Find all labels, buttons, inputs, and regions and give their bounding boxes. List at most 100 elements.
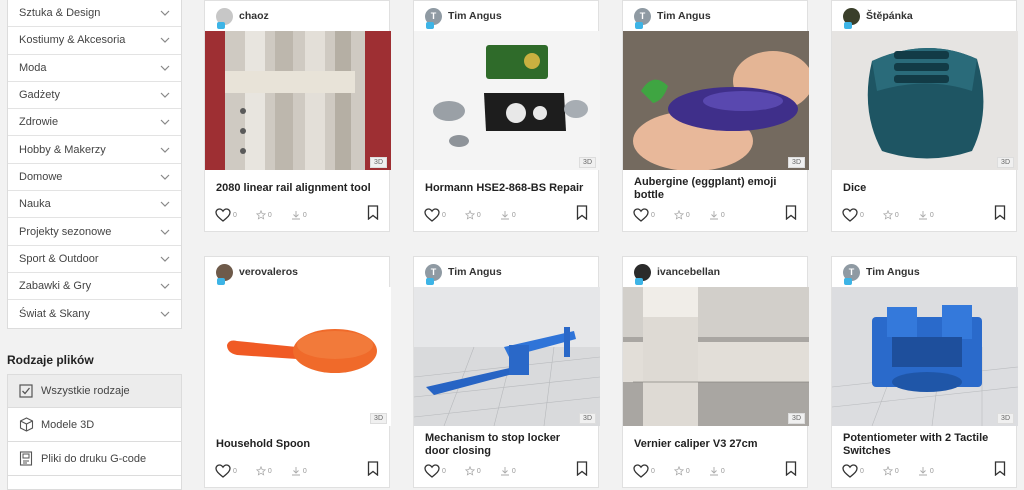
- like-button[interactable]: 0: [424, 464, 446, 478]
- model-title[interactable]: Mechanism to stop locker door closing: [414, 426, 598, 459]
- category-label: Kostiumy & Akcesoria: [19, 34, 126, 47]
- model-card[interactable]: T Tim Angus 3D Aubergine (eggplant) emoj…: [622, 0, 809, 232]
- author-name[interactable]: Tim Angus: [866, 266, 920, 278]
- avatar[interactable]: T: [425, 263, 442, 285]
- bookmark-icon[interactable]: [367, 461, 379, 481]
- like-button[interactable]: 0: [842, 208, 864, 222]
- category-item[interactable]: Sport & Outdoor: [8, 246, 181, 273]
- download-button[interactable]: 0: [709, 210, 725, 220]
- model-thumbnail[interactable]: 3D: [832, 31, 1018, 170]
- category-item[interactable]: Zabawki & Gry: [8, 273, 181, 301]
- download-button[interactable]: 0: [918, 466, 934, 476]
- model-thumbnail[interactable]: 3D: [205, 287, 391, 426]
- avatar[interactable]: T: [634, 7, 651, 29]
- bookmark-icon[interactable]: [994, 205, 1006, 225]
- model-thumbnail[interactable]: 3D: [832, 287, 1018, 426]
- download-button[interactable]: 0: [918, 210, 934, 220]
- collect-button[interactable]: 0: [255, 210, 272, 220]
- model-card[interactable]: T Tim Angus 3D Potentiometer with 2 Tact…: [831, 256, 1018, 488]
- author-name[interactable]: ivancebellan: [657, 266, 720, 278]
- category-label: Gadżety: [19, 89, 60, 102]
- model-thumbnail[interactable]: 3D: [623, 31, 809, 170]
- model-title[interactable]: Dice: [832, 170, 1016, 203]
- bookmark-icon[interactable]: [785, 205, 797, 225]
- model-title[interactable]: Potentiometer with 2 Tactile Switches: [832, 426, 1016, 459]
- like-button[interactable]: 0: [633, 208, 655, 222]
- author-name[interactable]: verovaleros: [239, 266, 298, 278]
- model-thumbnail[interactable]: 3D: [414, 31, 600, 170]
- category-label: Świat & Skany: [19, 307, 90, 320]
- collect-button[interactable]: 0: [673, 466, 690, 476]
- category-item[interactable]: Świat & Skany: [8, 300, 181, 327]
- model-card[interactable]: Štěpánka 3D Dice 0 0 0: [831, 0, 1018, 232]
- chevron-down-icon: [159, 116, 171, 128]
- author-name[interactable]: Tim Angus: [657, 10, 711, 22]
- like-button[interactable]: 0: [424, 208, 446, 222]
- category-item[interactable]: Zdrowie: [8, 109, 181, 137]
- author-name[interactable]: Tim Angus: [448, 10, 502, 22]
- file-type-all[interactable]: Wszystkie rodzaje: [7, 374, 182, 408]
- author-name[interactable]: chaoz: [239, 10, 269, 22]
- model-thumbnail[interactable]: 3D: [623, 287, 809, 426]
- author-name[interactable]: Štěpánka: [866, 10, 913, 22]
- model-card[interactable]: verovaleros 3D Household Spoon 0 0 0: [204, 256, 391, 488]
- bookmark-icon[interactable]: [576, 461, 588, 481]
- avatar[interactable]: T: [425, 7, 442, 29]
- bookmark-icon[interactable]: [785, 461, 797, 481]
- file-type-more[interactable]: [7, 476, 182, 490]
- file-type-gcode[interactable]: Pliki do druku G-code: [7, 442, 182, 476]
- download-button[interactable]: 0: [709, 466, 725, 476]
- download-button[interactable]: 0: [291, 210, 307, 220]
- author-name[interactable]: Tim Angus: [448, 266, 502, 278]
- bookmark-icon[interactable]: [367, 205, 379, 225]
- avatar[interactable]: [216, 263, 233, 285]
- model-title[interactable]: Household Spoon: [205, 426, 389, 459]
- model-card[interactable]: T Tim Angus 3D Hormann HSE2-868-BS Repai…: [413, 0, 600, 232]
- model-thumbnail[interactable]: 3D: [414, 287, 600, 426]
- category-item[interactable]: Nauka: [8, 191, 181, 219]
- collect-button[interactable]: 0: [255, 466, 272, 476]
- model-title[interactable]: 2080 linear rail alignment tool: [205, 170, 389, 203]
- category-item[interactable]: Moda: [8, 55, 181, 82]
- category-item[interactable]: Hobby & Makerzy: [8, 136, 181, 164]
- file-types-title: Rodzaje plików: [7, 353, 94, 367]
- category-item[interactable]: Domowe: [8, 164, 181, 192]
- category-item[interactable]: Projekty sezonowe: [8, 218, 181, 246]
- download-button[interactable]: 0: [291, 466, 307, 476]
- collect-button[interactable]: 0: [882, 466, 899, 476]
- like-button[interactable]: 0: [215, 464, 237, 478]
- file-type-3d-models[interactable]: Modele 3D: [7, 408, 182, 442]
- model-title[interactable]: Aubergine (eggplant) emoji bottle: [623, 170, 807, 203]
- download-button[interactable]: 0: [500, 466, 516, 476]
- collect-button[interactable]: 0: [464, 210, 481, 220]
- card-actions: 0 0 0: [215, 461, 379, 481]
- card-actions: 0 0 0: [215, 205, 379, 225]
- collect-button[interactable]: 0: [673, 210, 690, 220]
- category-item[interactable]: Kostiumy & Akcesoria: [8, 27, 181, 55]
- avatar[interactable]: T: [843, 263, 860, 285]
- model-card[interactable]: chaoz 3D 2080 linear rail alignment tool…: [204, 0, 391, 232]
- avatar[interactable]: [634, 263, 651, 285]
- chevron-down-icon: [159, 7, 171, 19]
- like-button[interactable]: 0: [215, 208, 237, 222]
- avatar-initial: T: [430, 11, 437, 21]
- model-card[interactable]: ivancebellan 3D Vernier caliper V3 27cm …: [622, 256, 809, 488]
- model-card[interactable]: T Tim Angus 3D Mechanism to stop locker …: [413, 256, 600, 488]
- bookmark-icon[interactable]: [994, 461, 1006, 481]
- model-thumbnail[interactable]: 3D: [205, 31, 391, 170]
- model-title[interactable]: Vernier caliper V3 27cm: [623, 426, 807, 459]
- star-count: 0: [685, 211, 690, 219]
- download-button[interactable]: 0: [500, 210, 516, 220]
- category-item[interactable]: Sztuka & Design: [8, 0, 181, 28]
- collect-button[interactable]: 0: [464, 466, 481, 476]
- model-title[interactable]: Hormann HSE2-868-BS Repair: [414, 170, 598, 203]
- like-button[interactable]: 0: [633, 464, 655, 478]
- avatar[interactable]: [216, 7, 233, 29]
- category-item[interactable]: Gadżety: [8, 82, 181, 110]
- avatar[interactable]: [843, 7, 860, 29]
- collect-button[interactable]: 0: [882, 210, 899, 220]
- star-icon: [882, 466, 893, 476]
- like-button[interactable]: 0: [842, 464, 864, 478]
- card-header: Štěpánka: [832, 1, 1016, 31]
- bookmark-icon[interactable]: [576, 205, 588, 225]
